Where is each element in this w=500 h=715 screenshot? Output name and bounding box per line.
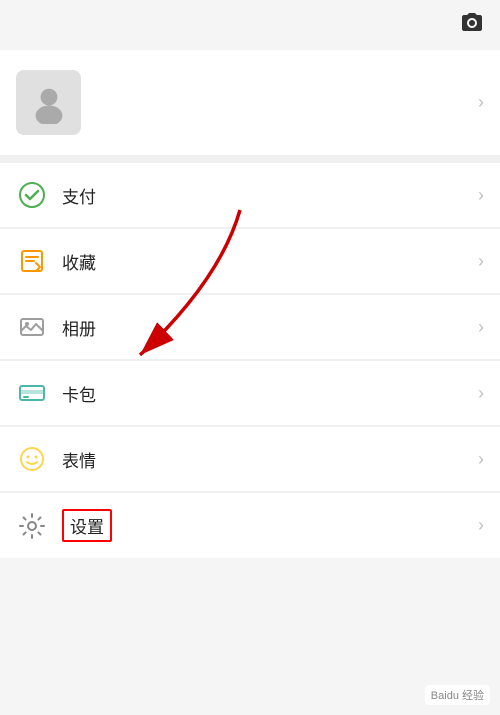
- menu-item-album-left: 相册: [16, 311, 96, 343]
- card-chevron: ›: [478, 383, 484, 404]
- album-label: 相册: [62, 315, 96, 340]
- menu-item-album[interactable]: 相册 ›: [0, 295, 500, 360]
- menu-item-card[interactable]: 卡包 ›: [0, 361, 500, 426]
- settings-label-box: 设置: [62, 509, 112, 542]
- divider-1: [0, 155, 500, 163]
- profile-left: [16, 70, 81, 135]
- collect-chevron: ›: [478, 251, 484, 272]
- menu-item-pay[interactable]: 支付 ›: [0, 163, 500, 228]
- header: [0, 0, 500, 50]
- menu-item-collect-left: 收藏: [16, 245, 96, 277]
- menu-item-collect[interactable]: 收藏 ›: [0, 229, 500, 294]
- watermark: Baidu 经验: [425, 685, 490, 705]
- emoji-label: 表情: [62, 447, 96, 472]
- menu-item-settings[interactable]: 设置 ›: [0, 493, 500, 558]
- pay-label: 支付: [62, 183, 96, 208]
- album-icon: [16, 311, 48, 343]
- album-chevron: ›: [478, 317, 484, 338]
- avatar: [16, 70, 81, 135]
- menu-item-pay-left: 支付: [16, 179, 96, 211]
- pay-icon: [16, 179, 48, 211]
- profile-chevron: ›: [478, 92, 484, 113]
- emoji-chevron: ›: [478, 449, 484, 470]
- pay-chevron: ›: [478, 185, 484, 206]
- settings-icon: [16, 510, 48, 542]
- profile-section[interactable]: ›: [0, 50, 500, 155]
- card-icon: [16, 377, 48, 409]
- menu-item-emoji[interactable]: 表情 ›: [0, 427, 500, 492]
- collect-label: 收藏: [62, 249, 96, 274]
- collect-icon: [16, 245, 48, 277]
- card-label: 卡包: [62, 381, 96, 406]
- settings-label: 设置: [70, 518, 104, 537]
- emoji-icon: [16, 443, 48, 475]
- menu-section: 支付 › 收藏 ›: [0, 163, 500, 558]
- menu-item-card-left: 卡包: [16, 377, 96, 409]
- menu-item-settings-left: 设置: [16, 509, 112, 542]
- settings-chevron: ›: [478, 515, 484, 536]
- camera-icon[interactable]: [460, 10, 484, 40]
- menu-item-emoji-left: 表情: [16, 443, 96, 475]
